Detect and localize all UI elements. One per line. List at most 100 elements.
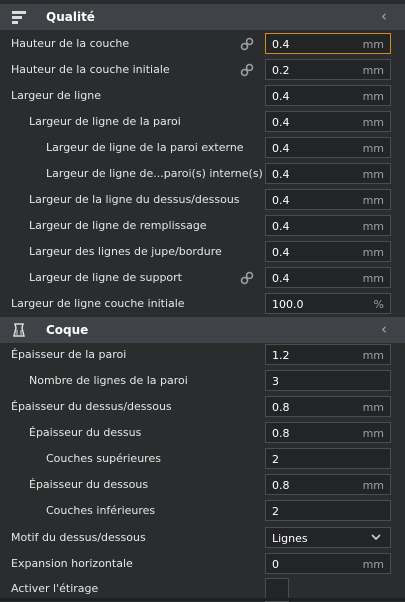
- setting-label: Épaisseur de la paroi: [11, 348, 127, 361]
- field-value: 0.8: [272, 427, 290, 440]
- setting-label: Largeur de ligne couche initiale: [11, 297, 185, 310]
- section-header-shell[interactable]: Coque ‹: [0, 317, 405, 343]
- setting-row-support-line-width: Largeur de ligne de support 0.4 mm: [0, 265, 405, 291]
- field-unit: mm: [362, 479, 384, 492]
- field-value: 0.4: [272, 272, 290, 285]
- field-value: 0.8: [272, 479, 290, 492]
- setting-label: Expansion horizontale: [11, 557, 133, 570]
- field-unit: mm: [362, 272, 384, 285]
- setting-row-top-bottom-line-width: Largeur de la ligne du dessus/dessous 0.…: [0, 187, 405, 213]
- setting-row-line-width: Largeur de ligne 0.4 mm: [0, 83, 405, 109]
- field-value: 0.4: [272, 142, 290, 155]
- setting-row-bottom-thickness: Épaisseur du dessous 0.8 mm: [0, 472, 405, 498]
- field-unit: mm: [362, 168, 384, 181]
- field-unit: mm: [362, 194, 384, 207]
- value-input[interactable]: 0.8 mm: [265, 422, 391, 443]
- value-input[interactable]: 0.2 mm: [265, 59, 391, 80]
- value-input[interactable]: 0.4 mm: [265, 241, 391, 262]
- section-title-quality: Qualité: [46, 10, 95, 24]
- value-input[interactable]: 0.4 mm: [265, 215, 391, 236]
- field-value: 1.2: [272, 349, 290, 362]
- value-input[interactable]: 0 mm: [265, 553, 391, 574]
- setting-row-bottom-layers: Couches inférieures 2: [0, 498, 405, 524]
- field-value: 3: [272, 375, 279, 388]
- setting-label: Couches supérieures: [46, 452, 161, 465]
- field-value: 0.8: [272, 401, 290, 414]
- setting-row-inner-wall-line-width: Largeur de ligne de...paroi(s) interne(s…: [0, 161, 405, 187]
- value-input[interactable]: 2: [265, 448, 391, 469]
- shell-icon: [13, 323, 25, 337]
- setting-row-infill-line-width: Largeur de ligne de remplissage 0.4 mm: [0, 213, 405, 239]
- layers-icon: [12, 11, 26, 24]
- field-unit: mm: [362, 220, 384, 233]
- field-value: 0: [272, 558, 279, 571]
- field-unit: mm: [362, 90, 384, 103]
- field-value: 2: [272, 453, 279, 466]
- section-header-quality[interactable]: Qualité ‹: [0, 4, 405, 30]
- field-unit: mm: [362, 116, 384, 129]
- setting-row-top-layers: Couches supérieures 2: [0, 446, 405, 472]
- value-input[interactable]: 3: [265, 370, 391, 391]
- field-unit: mm: [362, 64, 384, 77]
- field-unit: mm: [362, 427, 384, 440]
- field-unit: mm: [362, 558, 384, 571]
- field-value: 100.0: [272, 298, 304, 311]
- value-input[interactable]: 0.4 mm: [265, 189, 391, 210]
- setting-label: Largeur de ligne de la paroi: [29, 115, 181, 128]
- value-input[interactable]: 0.8 mm: [265, 474, 391, 495]
- field-value: 0.4: [272, 168, 290, 181]
- value-input[interactable]: 0.4 mm: [265, 137, 391, 158]
- setting-row-top-bottom-thickness: Épaisseur du dessus/dessous 0.8 mm: [0, 394, 405, 420]
- setting-row-wall-line-count: Nombre de lignes de la paroi 3: [0, 368, 405, 394]
- setting-row-initial-layer-height: Hauteur de la couche initiale 0.2 mm: [0, 57, 405, 83]
- value-input[interactable]: 0.4 mm: [265, 267, 391, 288]
- link-icon[interactable]: [240, 63, 254, 77]
- setting-label: Hauteur de la couche: [11, 37, 130, 50]
- value-input[interactable]: 0.4 mm: [265, 33, 391, 54]
- setting-row-top-bottom-pattern: Motif du dessus/dessous Lignes: [0, 525, 405, 551]
- setting-row-wall-thickness: Épaisseur de la paroi 1.2 mm: [0, 342, 405, 368]
- setting-label: Largeur de la ligne du dessus/dessous: [29, 193, 240, 206]
- collapse-chevron-icon[interactable]: ‹: [381, 7, 387, 25]
- collapse-chevron-icon[interactable]: ‹: [381, 320, 387, 338]
- setting-label: Largeur de ligne: [11, 89, 102, 102]
- value-input[interactable]: 0.4 mm: [265, 163, 391, 184]
- setting-row-layer-height: Hauteur de la couche 0.4 mm: [0, 31, 405, 57]
- field-value: 2: [272, 505, 279, 518]
- chevron-down-icon: [371, 534, 381, 541]
- setting-label: Largeur de ligne de remplissage: [29, 219, 207, 232]
- setting-label: Nombre de lignes de la paroi: [29, 374, 188, 387]
- setting-label: Largeur de ligne de...paroi(s) interne(s…: [46, 167, 263, 180]
- pattern-dropdown[interactable]: Lignes: [265, 527, 391, 548]
- value-input[interactable]: 2: [265, 500, 391, 521]
- field-value: 0.2: [272, 64, 290, 77]
- setting-row-wall-line-width: Largeur de ligne de la paroi 0.4 mm: [0, 109, 405, 135]
- field-unit: %: [373, 298, 384, 311]
- setting-row-horizontal-expansion: Expansion horizontale 0 mm: [0, 551, 405, 577]
- field-unit: mm: [362, 401, 384, 414]
- field-value: 0.4: [272, 194, 290, 207]
- section-title-shell: Coque: [46, 323, 89, 337]
- value-input[interactable]: 0.8 mm: [265, 396, 391, 417]
- setting-label: Motif du dessus/dessous: [11, 531, 146, 544]
- setting-label: Largeur des lignes de jupe/bordure: [29, 245, 222, 258]
- setting-label: Largeur de ligne de la paroi externe: [46, 141, 244, 154]
- setting-label: Épaisseur du dessous: [29, 478, 149, 491]
- field-value: 0.4: [272, 90, 290, 103]
- field-value: 0.4: [272, 116, 290, 129]
- setting-label: Largeur de ligne de support: [29, 271, 182, 284]
- value-input[interactable]: 100.0 %: [265, 293, 391, 314]
- value-input[interactable]: 1.2 mm: [265, 344, 391, 365]
- field-value: 0.4: [272, 220, 290, 233]
- setting-row-initial-layer-line-width: Largeur de ligne couche initiale 100.0 %: [0, 291, 405, 317]
- setting-label: Hauteur de la couche initiale: [11, 63, 170, 76]
- setting-label: Activer l'étirage: [11, 582, 99, 595]
- setting-label: Épaisseur du dessus/dessous: [11, 400, 172, 413]
- value-input[interactable]: 0.4 mm: [265, 85, 391, 106]
- value-input[interactable]: 0.4 mm: [265, 111, 391, 132]
- link-icon[interactable]: [240, 37, 254, 51]
- link-icon[interactable]: [240, 271, 254, 285]
- setting-row-outer-wall-line-width: Largeur de ligne de la paroi externe 0.4…: [0, 135, 405, 161]
- field-unit: mm: [362, 142, 384, 155]
- field-unit: mm: [362, 349, 384, 362]
